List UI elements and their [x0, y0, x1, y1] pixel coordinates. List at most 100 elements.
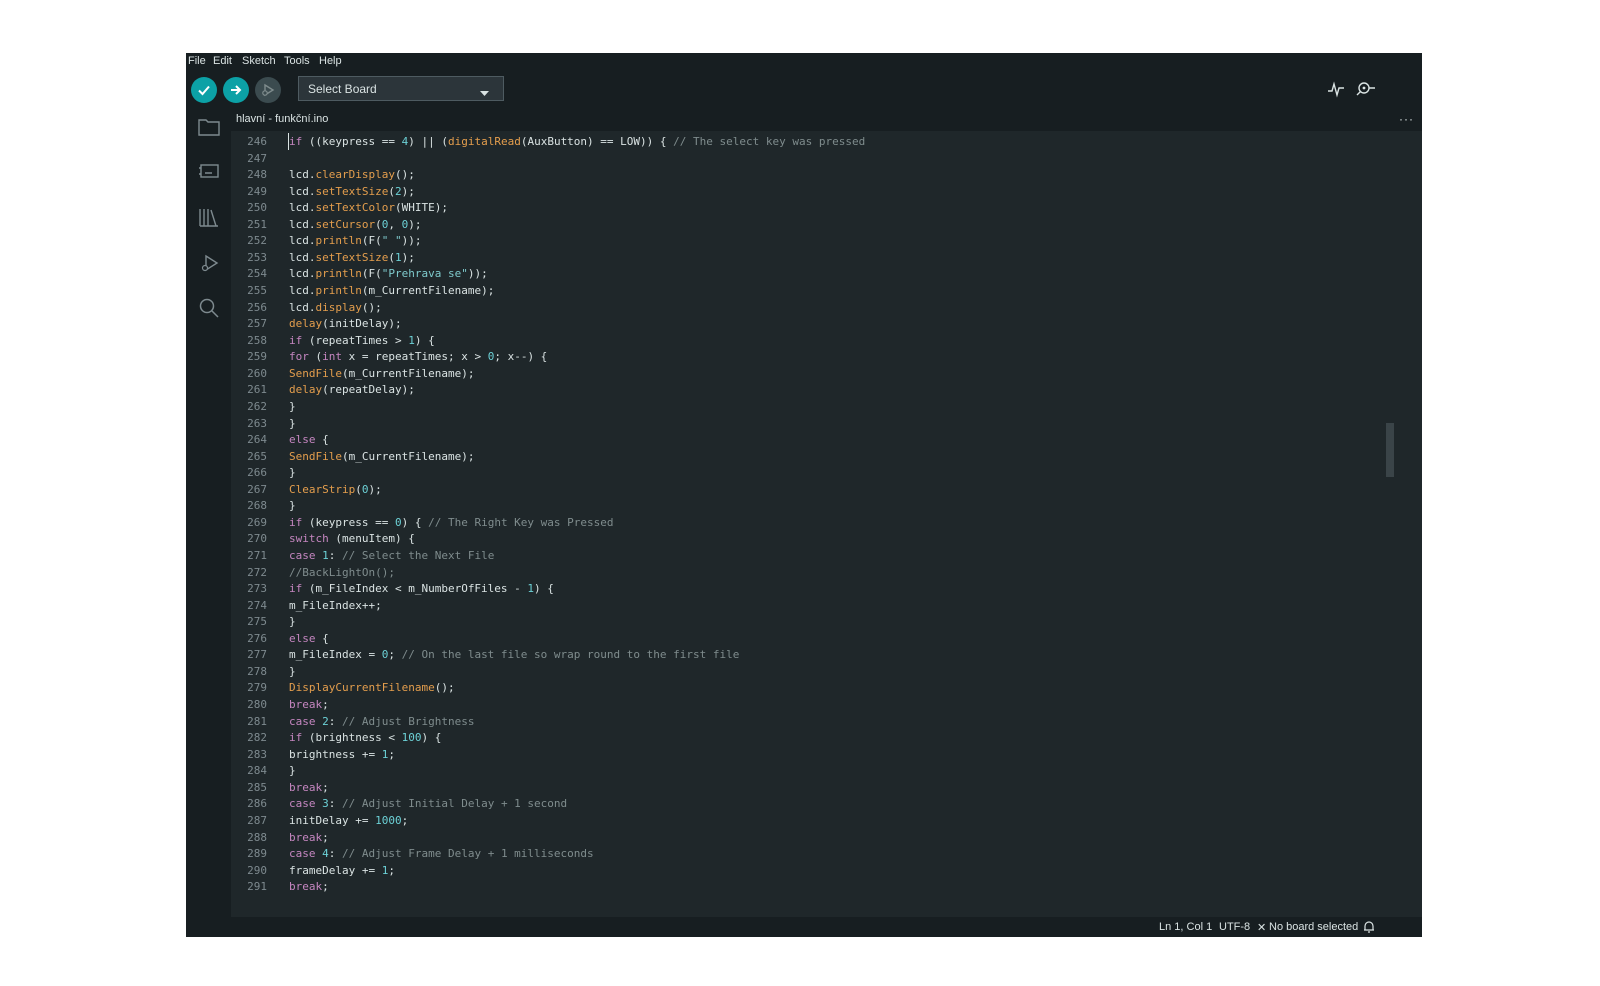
- cursor-position[interactable]: Ln 1, Col 1: [1159, 921, 1212, 933]
- code-line[interactable]: 285 break;: [231, 779, 1411, 796]
- code-line[interactable]: 263}: [231, 415, 1411, 432]
- code-line[interactable]: 255 lcd.println(m_CurrentFilename);: [231, 282, 1411, 299]
- code-line[interactable]: 256 lcd.display();: [231, 299, 1411, 316]
- code-line[interactable]: 275}: [231, 613, 1411, 630]
- board-select[interactable]: Select Board: [298, 76, 504, 101]
- code-line[interactable]: 261 delay(repeatDelay);: [231, 381, 1411, 398]
- board-manager-button[interactable]: [197, 159, 221, 183]
- code-line[interactable]: 278}: [231, 663, 1411, 680]
- code-line[interactable]: 265 SendFile(m_CurrentFilename);: [231, 448, 1411, 465]
- line-number: 276: [247, 631, 267, 645]
- code-line[interactable]: 248 lcd.clearDisplay();: [231, 166, 1411, 183]
- line-number: 272: [247, 565, 267, 579]
- file-encoding[interactable]: UTF-8: [1219, 921, 1250, 933]
- code-text: brightness += 1;: [289, 747, 395, 761]
- code-line[interactable]: 270 switch (menuItem) {: [231, 530, 1411, 547]
- serial-monitor-button[interactable]: [1355, 78, 1377, 100]
- line-number: 277: [247, 648, 267, 662]
- code-text: if (repeatTimes > 1) {: [289, 333, 435, 347]
- code-line[interactable]: 273 if (m_FileIndex < m_NumberOfFiles - 1…: [231, 580, 1411, 597]
- line-number: 250: [247, 201, 267, 215]
- menu-bar: File Edit Sketch Tools Help: [186, 53, 1422, 71]
- code-line[interactable]: 264 else {: [231, 431, 1411, 448]
- code-line[interactable]: 274 m_FileIndex++;: [231, 597, 1411, 614]
- code-line[interactable]: 282 if (brightness < 100) {: [231, 729, 1411, 746]
- code-line[interactable]: 267 ClearStrip(0);: [231, 481, 1411, 498]
- line-number: 286: [247, 797, 267, 811]
- search-button[interactable]: [197, 296, 221, 320]
- upload-arrow-icon: [231, 85, 242, 95]
- menu-sketch[interactable]: Sketch: [242, 55, 276, 67]
- scrollbar-thumb[interactable]: [1386, 423, 1394, 477]
- line-number: 274: [247, 598, 267, 612]
- code-line[interactable]: 290 frameDelay += 1;: [231, 862, 1411, 879]
- code-line[interactable]: 247: [231, 150, 1411, 167]
- tab-active-file[interactable]: hlavní - funkční.ino: [236, 113, 328, 125]
- code-line[interactable]: 269 if (keypress == 0) { // The Right Key…: [231, 514, 1411, 531]
- line-number: 282: [247, 731, 267, 745]
- line-number: 269: [247, 515, 267, 529]
- code-text: lcd.println(F(" "));: [289, 234, 422, 248]
- code-line[interactable]: 284}: [231, 762, 1411, 779]
- code-line[interactable]: 260 SendFile(m_CurrentFilename);: [231, 365, 1411, 382]
- code-line[interactable]: 259 for (int x = repeatTimes; x > 0; x--)…: [231, 348, 1411, 365]
- line-number: 255: [247, 284, 267, 298]
- code-line[interactable]: 272 //BackLightOn();: [231, 564, 1411, 581]
- code-text: else {: [289, 631, 329, 645]
- code-line[interactable]: 262}: [231, 398, 1411, 415]
- menu-file[interactable]: File: [188, 55, 206, 67]
- menu-tools[interactable]: Tools: [284, 55, 310, 67]
- code-text: }: [289, 764, 296, 778]
- code-text: }: [289, 615, 296, 629]
- code-line[interactable]: 280 break;: [231, 696, 1411, 713]
- menu-edit[interactable]: Edit: [213, 55, 232, 67]
- more-options-icon[interactable]: ···: [1399, 112, 1414, 126]
- code-text: }: [289, 466, 296, 480]
- code-line[interactable]: 288 break;: [231, 829, 1411, 846]
- verify-button[interactable]: [191, 77, 217, 103]
- chevron-down-icon: [480, 84, 489, 102]
- code-line[interactable]: 246 if ((keypress == 4) || (digitalRead(A…: [231, 133, 1411, 150]
- code-line[interactable]: 268}: [231, 497, 1411, 514]
- serial-monitor-icon: [1356, 82, 1375, 96]
- code-line[interactable]: 258 if (repeatTimes > 1) {: [231, 332, 1411, 349]
- line-number: 256: [247, 300, 267, 314]
- board-status[interactable]: No board selected: [1269, 921, 1358, 933]
- code-line[interactable]: 287 initDelay += 1000;: [231, 812, 1411, 829]
- code-text: break;: [289, 830, 329, 844]
- code-line[interactable]: 279 DisplayCurrentFilename();: [231, 679, 1411, 696]
- code-line[interactable]: 291 break;: [231, 878, 1411, 895]
- library-manager-button[interactable]: [197, 205, 221, 229]
- code-text: lcd.display();: [289, 300, 382, 314]
- debug-button[interactable]: [255, 77, 281, 103]
- code-line[interactable]: 257 delay(initDelay);: [231, 315, 1411, 332]
- line-number: 273: [247, 582, 267, 596]
- line-number: 290: [247, 863, 267, 877]
- serial-plotter-button[interactable]: [1325, 78, 1347, 100]
- code-line[interactable]: 254 lcd.println(F("Prehrava se"));: [231, 265, 1411, 282]
- line-number: 281: [247, 714, 267, 728]
- menu-help[interactable]: Help: [319, 55, 342, 67]
- debug-panel-button[interactable]: [197, 251, 221, 275]
- code-line[interactable]: 277 m_FileIndex = 0; // On the last file …: [231, 646, 1411, 663]
- code-line[interactable]: 250 lcd.setTextColor(WHITE);: [231, 199, 1411, 216]
- code-editor[interactable]: 246 if ((keypress == 4) || (digitalRead(A…: [231, 131, 1422, 917]
- code-line[interactable]: 286 case 3: // Adjust Initial Delay + 1 s…: [231, 795, 1411, 812]
- editor-scrollbar[interactable]: [1386, 133, 1394, 919]
- code-line[interactable]: 276 else {: [231, 630, 1411, 647]
- code-line[interactable]: 271 case 1: // Select the Next File: [231, 547, 1411, 564]
- sketchbook-button[interactable]: [197, 115, 221, 139]
- code-line[interactable]: 266}: [231, 464, 1411, 481]
- code-line[interactable]: 249 lcd.setTextSize(2);: [231, 183, 1411, 200]
- code-line[interactable]: 252 lcd.println(F(" "));: [231, 232, 1411, 249]
- code-line[interactable]: 289 case 4: // Adjust Frame Delay + 1 mil…: [231, 845, 1411, 862]
- board-manager-icon: [199, 164, 219, 178]
- code-line[interactable]: 253 lcd.setTextSize(1);: [231, 249, 1411, 266]
- code-line[interactable]: 283 brightness += 1;: [231, 746, 1411, 763]
- debug-icon: [262, 83, 275, 97]
- bell-icon[interactable]: [1363, 920, 1375, 936]
- upload-button[interactable]: [223, 77, 249, 103]
- code-line[interactable]: 281 case 2: // Adjust Brightness: [231, 713, 1411, 730]
- code-text: case 4: // Adjust Frame Delay + 1 millis…: [289, 847, 594, 861]
- code-line[interactable]: 251 lcd.setCursor(0, 0);: [231, 216, 1411, 233]
